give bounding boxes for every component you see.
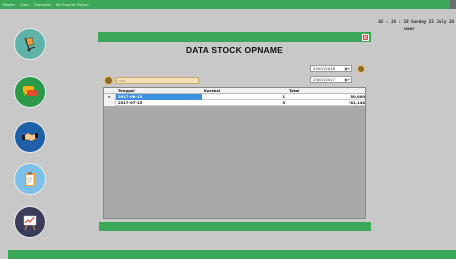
calendar-dropdown-icon[interactable]: ▣▾ [344, 77, 350, 83]
chat-message-icon[interactable] [14, 76, 46, 108]
close-button[interactable]: x [362, 33, 369, 41]
menu-item-master[interactable]: Master [3, 2, 15, 7]
clock-text: 02 : 18 : 18 Sunday 23 July 20 [378, 19, 454, 24]
cell-total[interactable]: -81,144 [287, 100, 367, 106]
user-label: user [404, 26, 415, 31]
date-to-value: 23/07/2017 [313, 77, 335, 82]
menu-item-data[interactable]: Data [20, 2, 28, 7]
search-input[interactable]: cari [116, 77, 199, 84]
handshake-icon[interactable] [14, 121, 46, 153]
page-title: DATA STOCK OPNAME [185, 45, 284, 55]
panel-footer [99, 222, 371, 231]
delivery-cart-icon[interactable] [14, 28, 46, 60]
row-selector-icon[interactable] [104, 100, 116, 106]
chart-easel-icon[interactable] [14, 206, 46, 238]
status-bar [8, 250, 456, 259]
table-row[interactable]: 2017-07-15 3 -81,144 [104, 100, 365, 106]
search-button[interactable] [104, 76, 113, 85]
menu-item-report[interactable]: All Graphic Report [56, 2, 89, 7]
cell-koreksi[interactable]: 3 [202, 100, 287, 106]
date-to-picker[interactable]: 23/07/2017 ▣▾ [310, 76, 352, 83]
stock-opname-table[interactable]: Tanggal Koreksi Total ▸ 2017-08-15 1 50,… [103, 87, 366, 219]
menu-item-transaksi[interactable]: Transaksi [34, 2, 51, 7]
date-from-picker[interactable]: 23/07/2018 ▣▾ [310, 65, 352, 72]
window-corner [450, 0, 456, 9]
calendar-dropdown-icon[interactable]: ▣▾ [344, 66, 350, 72]
panel-header: x [98, 32, 371, 42]
menu-bar: Master Data Transaksi All Graphic Report [0, 0, 456, 9]
cell-tanggal[interactable]: 2017-07-15 [116, 100, 202, 106]
clipboard-icon[interactable] [14, 163, 46, 195]
date-from-value: 23/07/2018 [313, 66, 335, 71]
filter-button[interactable] [357, 65, 365, 73]
